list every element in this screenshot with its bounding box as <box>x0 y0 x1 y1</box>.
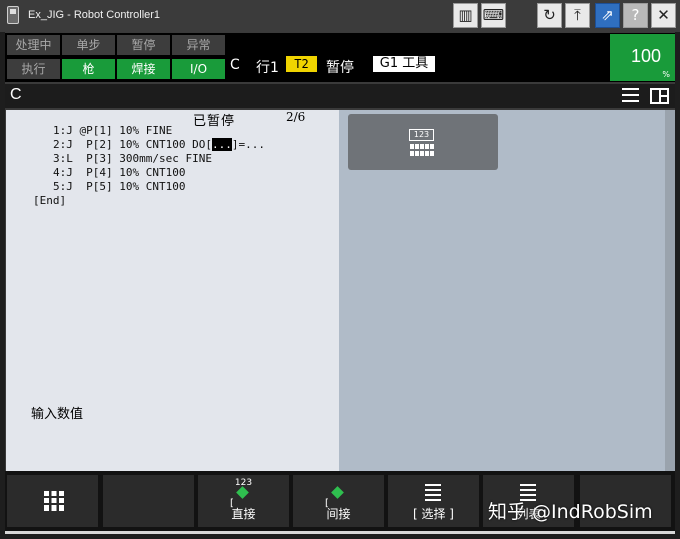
status-bar: 处理中 单步 暂停 异常 执行 枪 焊接 I/O C 行1 T2 暂停 G1 工… <box>5 33 675 82</box>
led-hold: 暂停 <box>117 35 170 55</box>
close-icon[interactable]: ✕ <box>651 3 676 28</box>
fkey-direct-label: 直接 <box>231 507 256 521</box>
scrollbar[interactable] <box>665 110 675 471</box>
fkey-menu[interactable] <box>7 475 98 527</box>
keypad-number-icon: 123 <box>409 129 434 141</box>
teach-pendant-icon[interactable]: ▥ <box>453 3 478 28</box>
fkey-direct[interactable]: 123 [ 直接 <box>198 475 289 527</box>
program-line-1[interactable]: 1:J @P[1] 10% FINE <box>53 124 172 138</box>
program-state-label: 已暂停 <box>193 114 236 129</box>
edit-indirect-icon <box>331 486 344 499</box>
fkey-f1[interactable] <box>103 475 194 527</box>
title-bar: Ex_JIG - Robot Controller1 ▥ ⌨ ↻ ⤒ ⇗ ? ✕ <box>0 0 680 32</box>
line-indicator: 行1 <box>256 60 279 76</box>
led-io: I/O <box>172 59 225 79</box>
led-fault: 异常 <box>172 35 225 55</box>
led-processing: 处理中 <box>7 35 60 55</box>
state-indicator: 暂停 <box>326 60 354 76</box>
program-end-line[interactable]: [End] <box>33 194 66 208</box>
fkey-indirect[interactable]: [ 间接 <box>293 475 384 527</box>
pin-icon[interactable]: ⤒ <box>565 3 590 28</box>
list-icon <box>425 484 441 504</box>
refresh-icon[interactable]: ↻ <box>537 3 562 28</box>
program-editor[interactable]: 已暂停 2/6 1:J @P[1] 10% FINE 2:J P[2] 10% … <box>6 110 339 471</box>
help-icon[interactable]: ? <box>623 3 648 28</box>
program-line-2[interactable]: 2:J P[2] 10% CNT100 DO[...]=... <box>53 138 265 152</box>
external-link-icon[interactable]: ⇗ <box>595 3 620 28</box>
keypad-grid-icon <box>410 144 434 156</box>
led-weld: 焊接 <box>117 59 170 79</box>
fkey-select[interactable]: [ 选择 ] <box>388 475 479 527</box>
group-tool-badge: G1 工具 <box>373 56 435 72</box>
side-panel: 123 <box>339 110 665 471</box>
led-gun: 枪 <box>62 59 115 79</box>
keyboard-icon[interactable]: ⌨ <box>481 3 506 28</box>
override-unit: % <box>662 70 670 79</box>
program-line-3[interactable]: 3:L P[3] 300mm/sec FINE <box>53 152 212 166</box>
program-line-5[interactable]: 5:J P[5] 10% CNT100 <box>53 180 185 194</box>
fkey-select-label: [ 选择 ] <box>413 507 454 521</box>
grid-icon <box>44 491 64 511</box>
watermark: 知乎 @IndRobSim <box>488 501 653 523</box>
hamburger-menu-icon[interactable] <box>622 88 639 104</box>
fkey-indirect-label: 间接 <box>326 507 351 521</box>
split-screen-icon[interactable] <box>650 88 669 104</box>
window-title: Ex_JIG - Robot Controller1 <box>28 9 161 21</box>
led-run: 执行 <box>7 59 60 79</box>
input-prompt: 输入数值 <box>31 407 84 422</box>
override-indicator[interactable]: 100 % <box>610 34 675 81</box>
program-line-count: 2/6 <box>286 110 306 124</box>
selected-field[interactable]: ... <box>211 138 232 151</box>
app-icon <box>7 6 19 24</box>
menu-bar: C <box>5 84 675 108</box>
breadcrumb: C <box>10 86 22 103</box>
tool-frame-badge: T2 <box>286 56 317 72</box>
bottom-strip <box>0 531 680 539</box>
override-value: 100 <box>630 46 661 66</box>
program-line-4[interactable]: 4:J P[4] 10% CNT100 <box>53 166 185 180</box>
mode-indicator: C <box>230 57 240 73</box>
numeric-keypad-button[interactable]: 123 <box>348 114 498 170</box>
led-step: 单步 <box>62 35 115 55</box>
edit-icon <box>236 486 249 499</box>
program-header: 已暂停 2/6 <box>193 110 305 129</box>
